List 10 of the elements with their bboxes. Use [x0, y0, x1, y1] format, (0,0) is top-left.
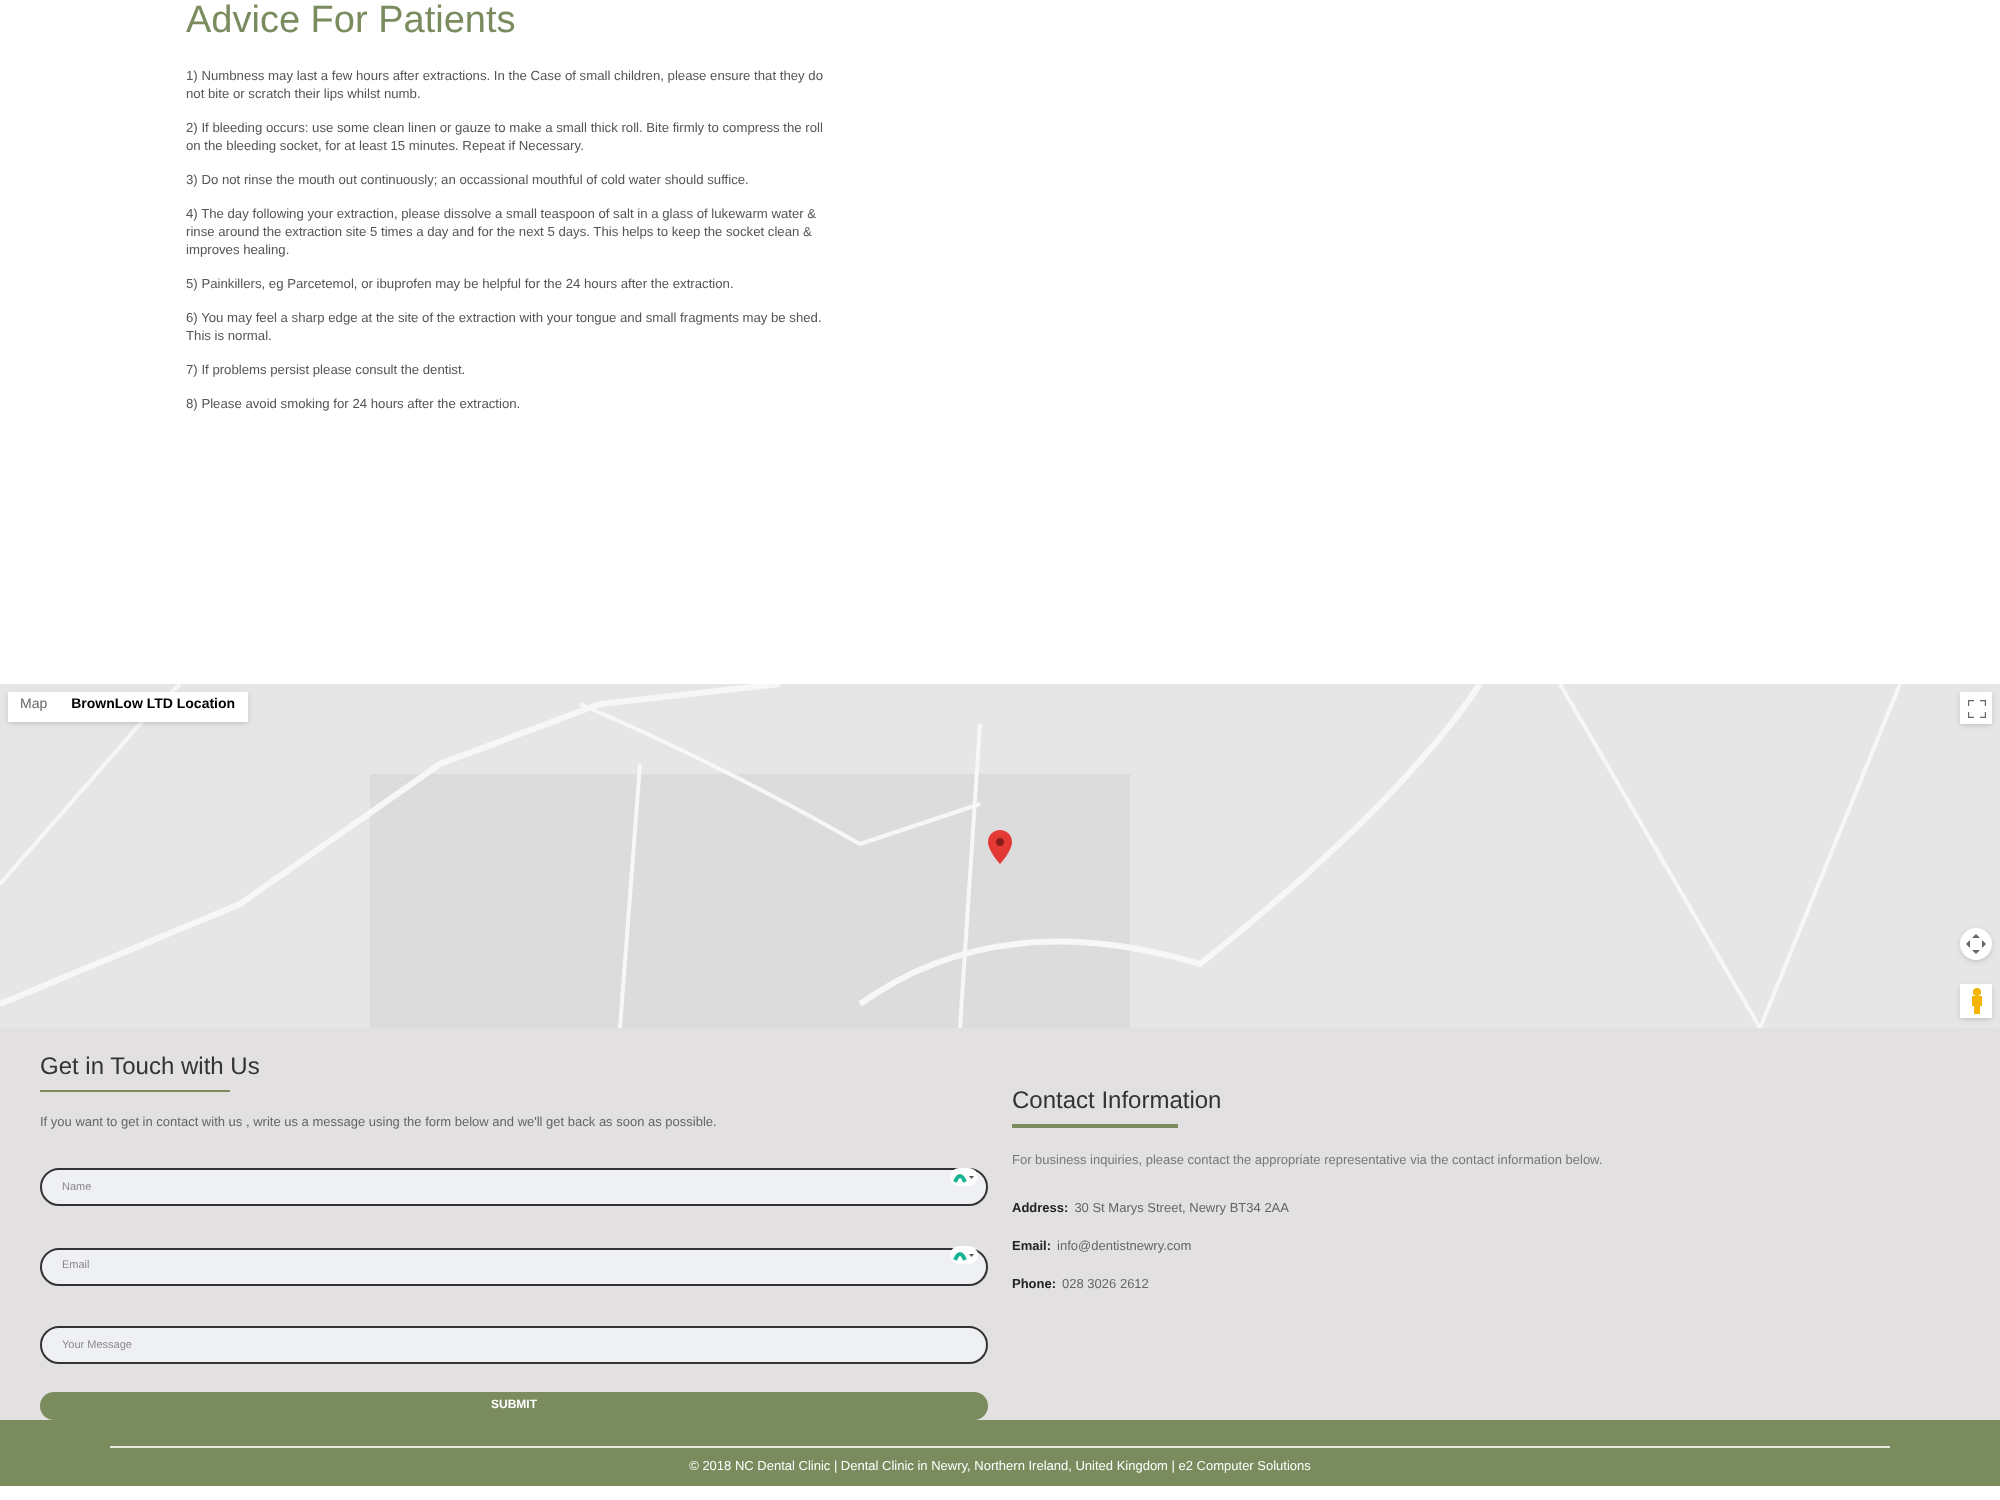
- person-icon: [1969, 988, 1983, 1014]
- map-pin-icon: [988, 830, 1012, 864]
- fullscreen-button[interactable]: [1960, 692, 1992, 724]
- section-heading: Advice For Patients: [186, 0, 516, 44]
- move-icon: [1966, 934, 1986, 954]
- fullscreen-icon: [1967, 699, 1985, 717]
- autofill-icon[interactable]: [950, 1167, 978, 1186]
- section-heading: Contact Information: [1012, 1084, 1222, 1118]
- pan-control[interactable]: [1960, 928, 1992, 960]
- section-heading: Get in Touch with Us: [40, 1050, 260, 1084]
